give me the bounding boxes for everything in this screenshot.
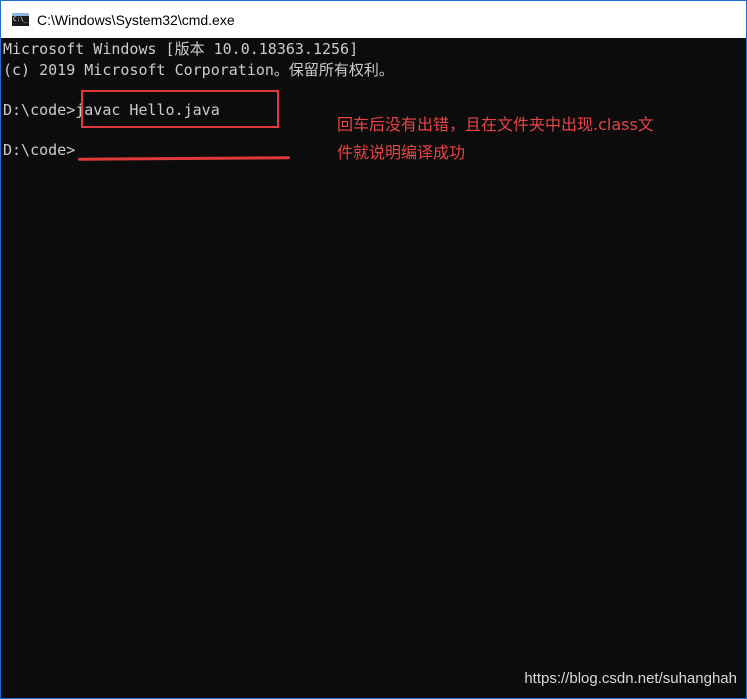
console-line-copyright: (c) 2019 Microsoft Corporation。保留所有权利。 [3, 61, 394, 79]
prompt-underline-mark [77, 156, 291, 161]
watermark: https://blog.csdn.net/suhanghah [524, 670, 737, 687]
command-highlight-box [81, 90, 279, 128]
console-app-icon[interactable] [12, 13, 29, 26]
console-output[interactable]: Microsoft Windows [版本 10.0.18363.1256] (… [1, 39, 746, 698]
console-line-prompt: D:\code> [3, 141, 76, 159]
annotation-line-2: 件就说明编译成功 [337, 143, 466, 162]
window-title: C:\Windows\System32\cmd.exe [37, 11, 235, 28]
annotation-note: 回车后没有出错，且在文件夹中出现.class文 件就说明编译成功 [337, 111, 737, 167]
annotation-line-1: 回车后没有出错，且在文件夹中出现.class文 [337, 115, 654, 134]
console-line-version: Microsoft Windows [版本 10.0.18363.1256] [3, 40, 359, 58]
cmd-window: C:\Windows\System32\cmd.exe Microsoft Wi… [0, 0, 747, 699]
title-bar[interactable]: C:\Windows\System32\cmd.exe [1, 1, 746, 38]
